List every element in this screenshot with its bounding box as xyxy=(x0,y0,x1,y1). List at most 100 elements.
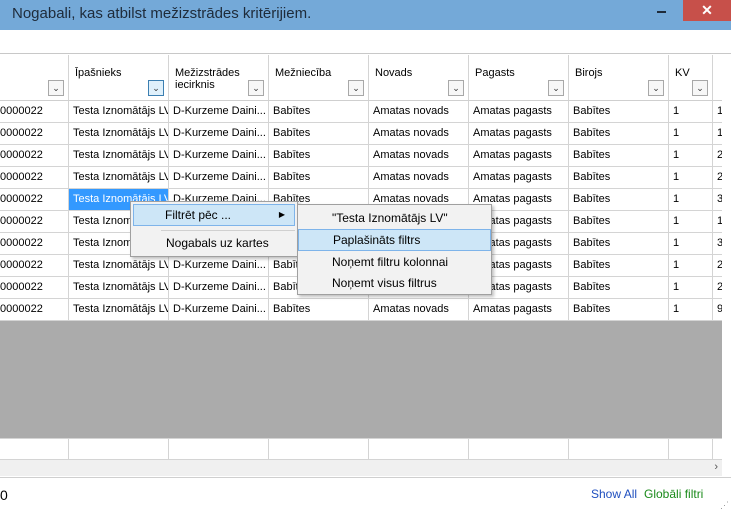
table-cell[interactable]: 1 xyxy=(669,167,713,189)
table-cell[interactable]: Amatas pagasts xyxy=(469,123,569,145)
column-header[interactable]: Īpašnieks ⌄ xyxy=(69,55,169,101)
column-filter-button[interactable]: ⌄ xyxy=(448,80,464,96)
column-header[interactable]: Mežizstrādes iecirknis ⌄ xyxy=(169,55,269,101)
chevron-down-icon: ⌄ xyxy=(52,82,60,93)
column-header[interactable]: Novads ⌄ xyxy=(369,55,469,101)
table-cell[interactable]: 1 xyxy=(669,101,713,123)
table-cell[interactable]: 1 xyxy=(669,211,713,233)
table-cell[interactable]: Testa Iznomātājs LV xyxy=(69,123,169,145)
table-cell[interactable]: Amatas pagasts xyxy=(469,299,569,321)
title-bar: Nogabali, kas atbilst mežizstrādes kritē… xyxy=(0,0,731,30)
table-cell[interactable]: Babītes xyxy=(569,123,669,145)
table-cell[interactable]: 0000022 xyxy=(0,189,69,211)
table-cell[interactable]: Babītes xyxy=(569,145,669,167)
table-cell[interactable]: 1 xyxy=(669,299,713,321)
column-filter-button[interactable]: ⌄ xyxy=(48,80,64,96)
column-header[interactable]: Mežniecība ⌄ xyxy=(269,55,369,101)
table-cell[interactable]: Testa Iznomātājs LV xyxy=(69,299,169,321)
submenu-item-remove-column-filter[interactable]: Noņemt filtru kolonnai xyxy=(300,251,489,273)
column-header[interactable]: KV ⌄ xyxy=(669,55,713,101)
menu-item-filter-by[interactable]: Filtrēt pēc ... ▶ xyxy=(133,204,295,226)
table-cell[interactable]: 0000022 xyxy=(0,167,69,189)
global-filters-link[interactable]: Globāli filtri xyxy=(644,487,703,501)
table-cell[interactable]: Babītes xyxy=(269,145,369,167)
table-cell[interactable]: 1 xyxy=(669,189,713,211)
vertical-scrollbar[interactable] xyxy=(722,55,731,460)
column-filter-button[interactable]: ⌄ xyxy=(248,80,264,96)
horizontal-scrollbar[interactable]: › xyxy=(0,459,722,476)
table-cell[interactable]: 0000022 xyxy=(0,211,69,233)
submenu-item-remove-all-filters[interactable]: Noņemt visus filtrus xyxy=(300,272,489,294)
chevron-down-icon: ⌄ xyxy=(152,82,160,93)
table-cell[interactable]: Babītes xyxy=(269,299,369,321)
column-filter-button[interactable]: ⌄ xyxy=(548,80,564,96)
table-cell[interactable]: Amatas novads xyxy=(369,145,469,167)
submenu-arrow-icon: ▶ xyxy=(278,210,285,219)
column-header-label: KV xyxy=(675,67,690,79)
status-bar: 0 Show All Globāli filtri ⋰ xyxy=(0,477,731,513)
table-cell[interactable]: Babītes xyxy=(569,277,669,299)
table-cell[interactable]: D-Kurzeme Daini... xyxy=(169,299,269,321)
table-cell[interactable]: Amatas pagasts xyxy=(469,145,569,167)
show-all-link[interactable]: Show All xyxy=(591,487,637,501)
table-cell[interactable]: 1 xyxy=(669,145,713,167)
chevron-down-icon: ⌄ xyxy=(452,82,460,93)
table-cell[interactable]: Babītes xyxy=(569,189,669,211)
table-cell[interactable]: 0000022 xyxy=(0,101,69,123)
table-cell[interactable]: Babītes xyxy=(569,299,669,321)
column-filter-button[interactable]: ⌄ xyxy=(148,80,164,96)
scroll-right-icon[interactable]: › xyxy=(714,461,718,473)
resize-grip-icon[interactable]: ⋰ xyxy=(720,500,729,511)
table-cell[interactable]: Amatas novads xyxy=(369,101,469,123)
table-cell[interactable]: Babītes xyxy=(569,167,669,189)
menu-item-map[interactable]: Nogabals uz kartes xyxy=(133,232,295,254)
table-cell[interactable]: D-Kurzeme Daini... xyxy=(169,255,269,277)
table-cell[interactable]: Babītes xyxy=(269,167,369,189)
table-cell[interactable]: Amatas pagasts xyxy=(469,101,569,123)
column-filter-button[interactable]: ⌄ xyxy=(648,80,664,96)
table-cell[interactable]: 0000022 xyxy=(0,277,69,299)
column-header[interactable]: Pagasts ⌄ xyxy=(469,55,569,101)
submenu-item-value[interactable]: "Testa Iznomātājs LV" xyxy=(300,207,489,229)
table-cell[interactable]: D-Kurzeme Daini... xyxy=(169,167,269,189)
table-cell[interactable]: 1 xyxy=(669,123,713,145)
table-cell[interactable]: 0000022 xyxy=(0,255,69,277)
submenu-item-advanced-filter[interactable]: Paplašināts filtrs xyxy=(298,229,491,251)
table-cell[interactable]: D-Kurzeme Daini... xyxy=(169,101,269,123)
table-cell[interactable]: Testa Iznomātājs LV xyxy=(69,277,169,299)
minimize-button[interactable] xyxy=(648,0,675,21)
chevron-down-icon: ⌄ xyxy=(696,82,704,93)
table-cell[interactable]: Testa Iznomātājs LV xyxy=(69,255,169,277)
table-cell[interactable]: Amatas novads xyxy=(369,167,469,189)
footer-cell xyxy=(669,438,713,459)
table-cell[interactable]: 1 xyxy=(669,255,713,277)
table-cell[interactable]: 0000022 xyxy=(0,123,69,145)
column-header[interactable]: ad.⌄ xyxy=(0,55,69,101)
table-cell[interactable]: Testa Iznomātājs LV xyxy=(69,145,169,167)
table-cell[interactable]: D-Kurzeme Daini... xyxy=(169,123,269,145)
close-button[interactable]: ✕ xyxy=(683,0,731,21)
table-cell[interactable]: 0000022 xyxy=(0,233,69,255)
table-cell[interactable]: Babītes xyxy=(569,211,669,233)
table-cell[interactable]: Amatas pagasts xyxy=(469,167,569,189)
table-cell[interactable]: D-Kurzeme Daini... xyxy=(169,277,269,299)
table-cell[interactable]: 0000022 xyxy=(0,299,69,321)
column-header[interactable]: Birojs ⌄ xyxy=(569,55,669,101)
table-cell[interactable]: Babītes xyxy=(569,255,669,277)
table-cell[interactable]: Amatas novads xyxy=(369,123,469,145)
table-cell[interactable]: Babītes xyxy=(569,233,669,255)
table-cell[interactable]: 1 xyxy=(669,233,713,255)
table-cell[interactable]: Testa Iznomātājs LV xyxy=(69,167,169,189)
column-filter-button[interactable]: ⌄ xyxy=(348,80,364,96)
table-cell[interactable]: Amatas novads xyxy=(369,299,469,321)
submenu-item-label: Noņemt visus filtrus xyxy=(332,276,437,290)
table-cell[interactable]: 1 xyxy=(669,277,713,299)
column-filter-button[interactable]: ⌄ xyxy=(692,80,708,96)
table-cell[interactable]: Babītes xyxy=(569,101,669,123)
context-menu: Filtrēt pēc ... ▶ Nogabals uz kartes xyxy=(130,201,298,257)
table-cell[interactable]: 0000022 xyxy=(0,145,69,167)
table-cell[interactable]: Babītes xyxy=(269,101,369,123)
table-cell[interactable]: Babītes xyxy=(269,123,369,145)
table-cell[interactable]: D-Kurzeme Daini... xyxy=(169,145,269,167)
table-cell[interactable]: Testa Iznomātājs LV xyxy=(69,101,169,123)
